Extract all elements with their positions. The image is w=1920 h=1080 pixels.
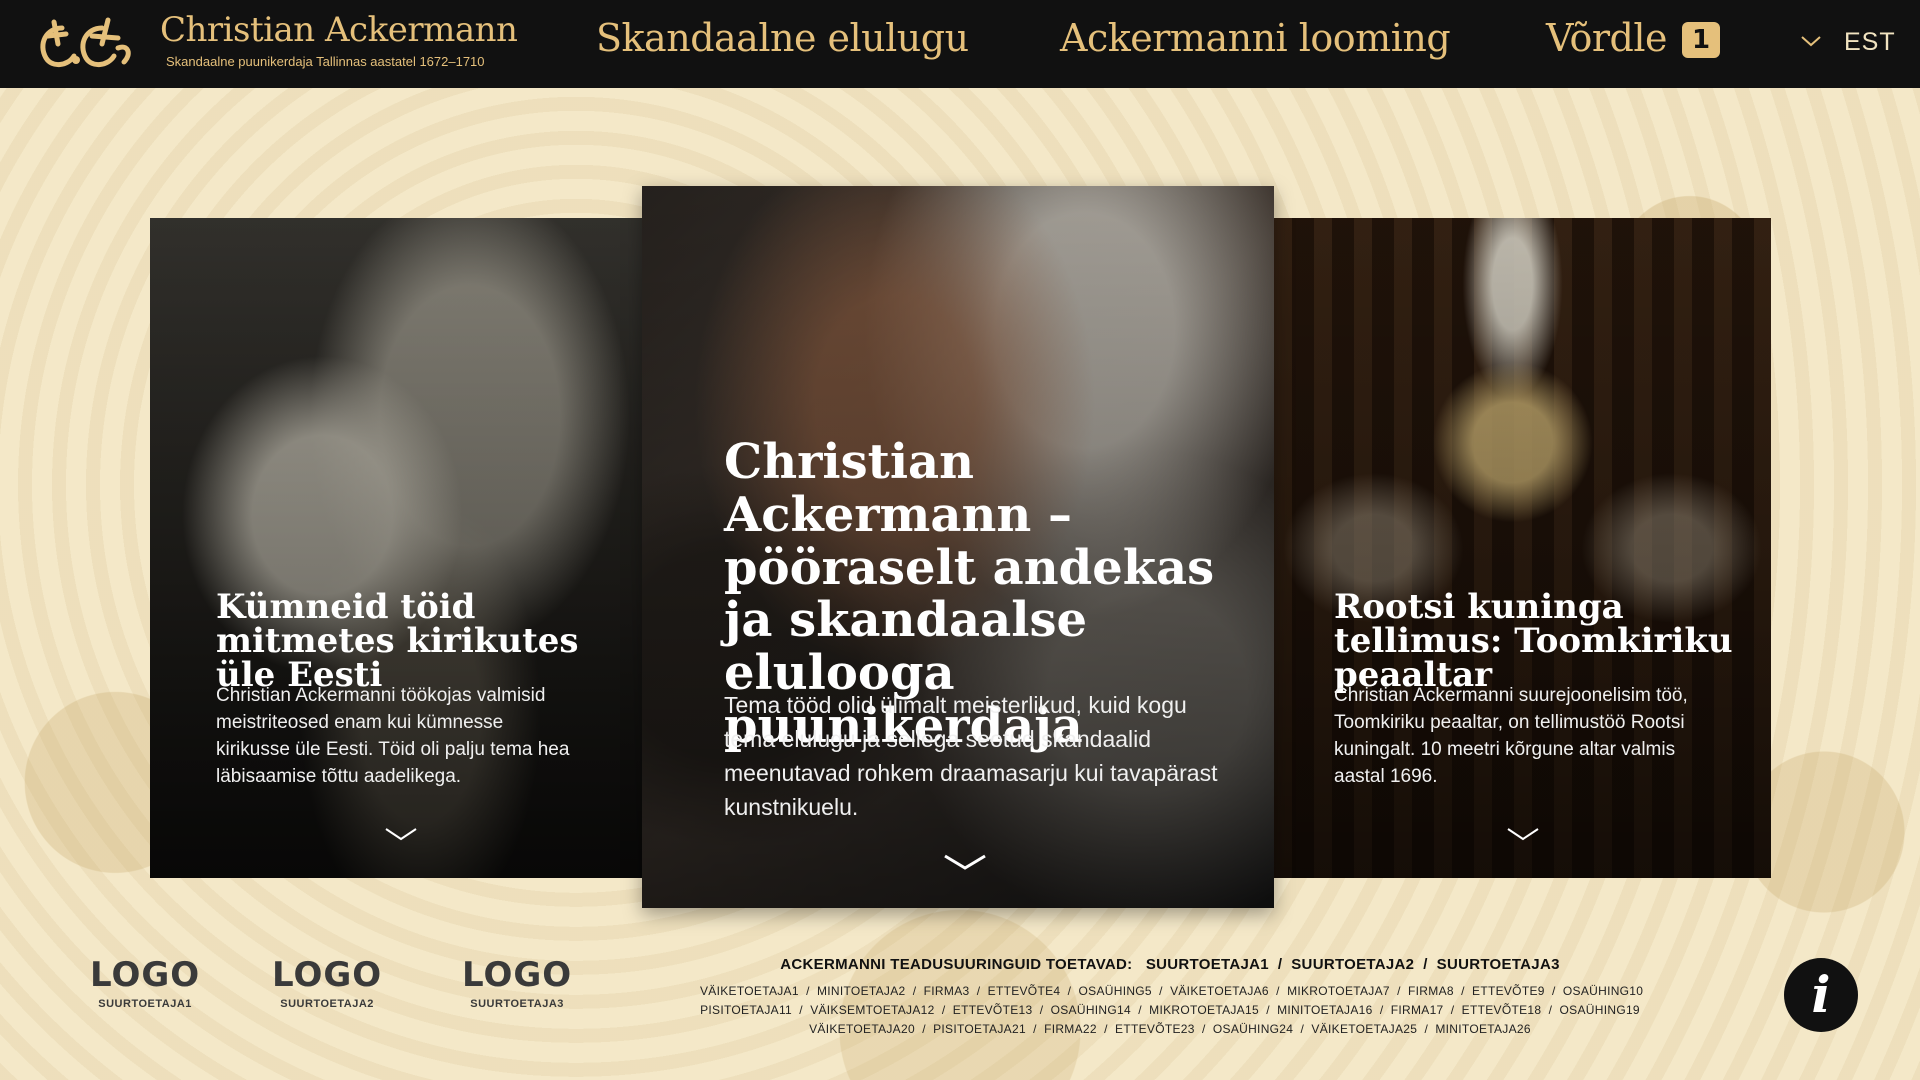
supporters-line: VÄIKETOETAJA20 / PISITOETAJA21 / FIRMA22… (809, 1022, 1531, 1036)
language-selector[interactable]: EST (1844, 28, 1896, 57)
card-title: Rootsi kuninga tellimus: Toomkiriku peaa… (1334, 587, 1733, 695)
story-card-churches[interactable]: Kümneid töid mitmetes kirikutes üle Eest… (150, 218, 642, 878)
supporters-heading: ACKERMANNI TEADUSUURINGUID TOETAVAD: SUU… (780, 956, 1560, 973)
supporters-line: PISITOETAJA11 / VÄIKSEMTOETAJA12 / ETTEV… (700, 1003, 1640, 1017)
card-title: Kümneid töid mitmetes kirikutes üle Eest… (216, 587, 579, 695)
card-text: Christian Ackermanni suurejoonelisim töö… (1334, 685, 1688, 787)
story-card-main[interactable]: Christian Ackermann – pööraselt andekas … (642, 186, 1274, 908)
brand-subtitle: Skandaalne puunikerdaja Tallinnas aastat… (166, 54, 485, 69)
chevron-down-icon[interactable] (384, 826, 418, 842)
supporters-list: VÄIKETOETAJA1 / MINITOETAJA2 / FIRMA3 / … (700, 982, 1644, 1039)
supporters-line: VÄIKETOETAJA1 / MINITOETAJA2 / FIRMA3 / … (700, 984, 1644, 998)
nav-compare[interactable]: Võrdle (1546, 16, 1667, 60)
top-navigation-bar: Christian Ackermann Skandaalne puunikerd… (0, 0, 1920, 88)
card-text: Christian Ackermanni töökojas valmisid m… (216, 685, 570, 787)
sponsor-logo[interactable]: LOGO SUURTOETAJA1 (90, 958, 200, 1010)
sponsor-logo[interactable]: LOGO SUURTOETAJA3 (462, 958, 572, 1010)
nav-biography[interactable]: Skandaalne elulugu (596, 16, 969, 60)
brand-title[interactable]: Christian Ackermann (160, 10, 518, 50)
sponsor-logo[interactable]: LOGO SUURTOETAJA2 (272, 958, 382, 1010)
chevron-down-icon[interactable] (1506, 826, 1540, 842)
card-text: Tema tööd olid ülimalt meisterlikud, kui… (724, 692, 1218, 820)
story-card-altar[interactable]: Rootsi kuninga tellimus: Toomkiriku peaa… (1274, 218, 1771, 878)
info-button[interactable]: i (1784, 958, 1858, 1032)
chevron-down-icon[interactable] (1800, 34, 1822, 48)
nav-works[interactable]: Ackermanni looming (1060, 16, 1451, 60)
compare-count-badge[interactable]: 1 (1682, 22, 1720, 58)
monogram-logo-icon[interactable] (32, 14, 136, 72)
chevron-down-icon[interactable] (942, 852, 988, 872)
